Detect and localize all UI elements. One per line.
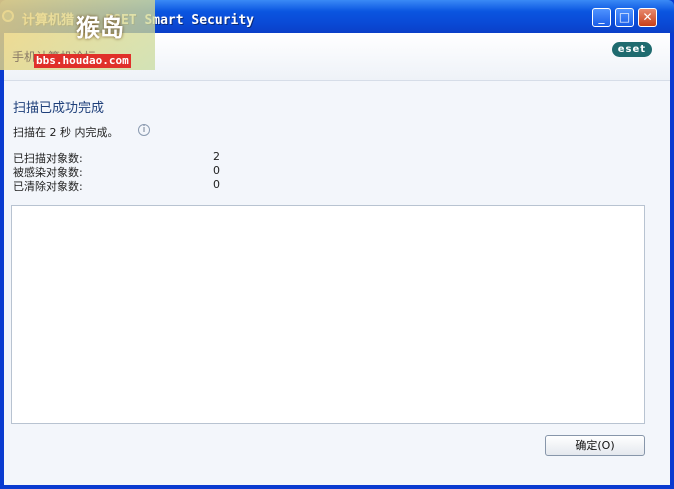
watermark-domain: bbs.houdao.com: [34, 54, 131, 68]
close-button[interactable]: ✕: [638, 8, 657, 27]
scan-heading: 扫描已成功完成: [13, 101, 105, 116]
minimize-button[interactable]: _: [592, 8, 611, 27]
ok-button[interactable]: 确定(O): [545, 435, 645, 456]
dialog-body: eset 扫描已成功完成 扫描在 2 秒 内完成。 i 已扫描对象数: 2 被感…: [4, 33, 670, 485]
scan-result-window: 计算机猎... ESET Smart Security _ □ ✕ eset 扫…: [0, 0, 674, 489]
close-icon: ✕: [642, 10, 653, 24]
scanned-count-value: 2: [213, 150, 220, 163]
minimize-icon: _: [598, 10, 605, 24]
infected-count-value: 0: [213, 164, 220, 177]
watermark-logo: 猴岛: [76, 14, 124, 42]
scan-log-box[interactable]: [11, 205, 645, 424]
maximize-button[interactable]: □: [615, 8, 634, 27]
cleaned-count-value: 0: [213, 178, 220, 191]
info-icon[interactable]: i: [138, 124, 150, 136]
cleaned-count-label: 已清除对象数:: [13, 180, 83, 193]
eset-logo: eset: [611, 42, 652, 57]
watermark: 猴岛 手机计算机论坛 bbs.houdao.com: [0, 0, 155, 70]
scan-summary: 扫描在 2 秒 内完成。: [13, 126, 119, 139]
maximize-icon: □: [618, 10, 631, 24]
window-bottom-border: [0, 485, 674, 489]
